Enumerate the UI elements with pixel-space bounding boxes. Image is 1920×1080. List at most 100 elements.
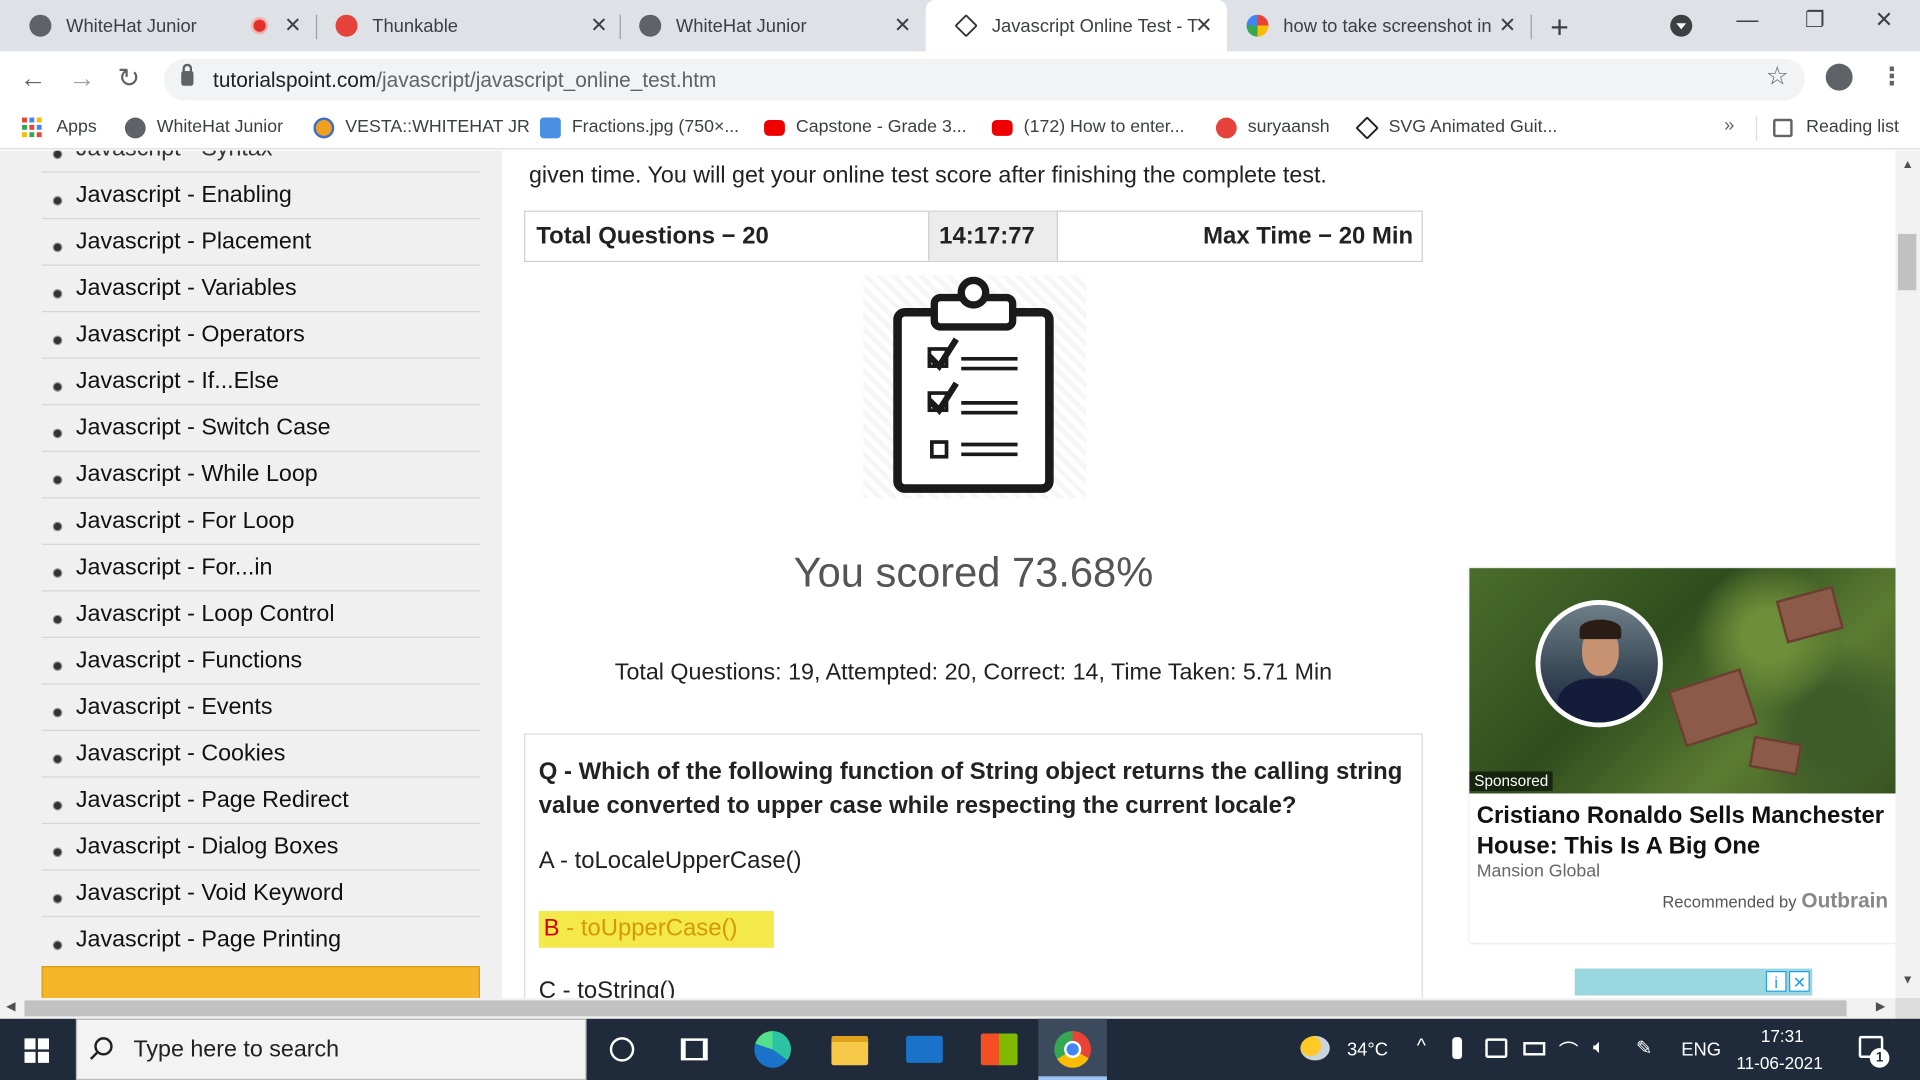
windows-start-icon[interactable] <box>24 1038 49 1063</box>
vertical-scroll-thumb[interactable] <box>1897 233 1917 291</box>
sidebar-item-for-loop[interactable]: Javascript - For Loop <box>41 498 481 545</box>
scroll-left-arrow-icon[interactable]: ◀ <box>6 1000 15 1013</box>
task-view-icon[interactable] <box>680 1038 708 1061</box>
option-c[interactable]: C - toString() <box>539 977 676 1000</box>
thunkable-icon <box>335 14 358 37</box>
bookmark-how-to-enter[interactable]: (172) How to enter... <box>991 105 1185 149</box>
sidebar-item-loop-control[interactable]: Javascript - Loop Control <box>41 591 481 638</box>
reading-list-button[interactable]: Reading list <box>1773 105 1899 149</box>
ad-attribution[interactable]: Recommended by Outbrain <box>1662 889 1888 913</box>
ad-close-icon[interactable]: ✕ <box>1788 971 1810 992</box>
sidebar-item-functions[interactable]: Javascript - Functions <box>41 638 481 685</box>
clock-time[interactable]: 17:31 <box>1761 1026 1804 1046</box>
show-hidden-icons-chevron-icon[interactable]: ^ <box>1417 1036 1426 1058</box>
sidebar-item-if-else[interactable]: Javascript - If...Else <box>41 359 481 406</box>
tab-javascript-test[interactable]: Javascript Online Test - Tu ✕ <box>925 0 1227 52</box>
sponsored-ad-card[interactable]: Sponsored Cristiano Ronaldo Sells Manche… <box>1469 568 1896 943</box>
sidebar-item-variables[interactable]: Javascript - Variables <box>41 266 481 313</box>
bookmark-vesta[interactable]: VESTA::WHITEHAT JR <box>313 105 530 149</box>
taskbar-search-box[interactable]: Type here to search <box>75 1018 587 1080</box>
close-window-button[interactable]: ✕ <box>1875 7 1893 33</box>
vertical-scrollbar[interactable]: ▲ ▼ <box>1895 150 1920 998</box>
close-tab-icon[interactable]: ✕ <box>1499 13 1516 37</box>
bookmark-svg-guitar[interactable]: SVG Animated Guit... <box>1355 105 1557 149</box>
language-indicator[interactable]: ENG <box>1681 1040 1721 1061</box>
battery-icon[interactable] <box>1523 1042 1546 1056</box>
tab-title: WhiteHat Junior <box>675 15 807 37</box>
tab-google-search[interactable]: how to take screenshot in ✕ <box>1217 0 1530 51</box>
back-arrow-icon[interactable]: ← <box>20 62 47 94</box>
sidebar-item-placement[interactable]: Javascript - Placement <box>41 219 481 266</box>
close-tab-icon[interactable]: ✕ <box>1195 13 1212 37</box>
bullet-icon <box>52 800 63 811</box>
sidebar-item-enabling[interactable]: Javascript - Enabling <box>41 173 481 220</box>
sidebar-item-for-in[interactable]: Javascript - For...in <box>41 545 481 592</box>
sidebar-item-dialog-boxes[interactable]: Javascript - Dialog Boxes <box>41 824 481 871</box>
profile-avatar-icon[interactable] <box>1825 63 1853 91</box>
tab-whitehat-1[interactable]: WhiteHat Junior ✕ <box>0 0 313 51</box>
scroll-up-arrow-icon[interactable]: ▲ <box>1902 158 1914 171</box>
screen-capture-icon[interactable] <box>1485 1038 1508 1058</box>
wifi-icon[interactable]: ⌒ <box>1559 1035 1579 1064</box>
close-tab-icon[interactable]: ✕ <box>590 13 607 37</box>
tutorialspoint-icon <box>954 14 978 38</box>
sidebar-item-operators[interactable]: Javascript - Operators <box>41 312 481 359</box>
sidebar-item-syntax[interactable]: Javascript - Syntax <box>41 150 481 173</box>
ad-banner[interactable]: i ✕ <box>1574 968 1813 996</box>
sidebar-item-while-loop[interactable]: Javascript - While Loop <box>41 452 481 499</box>
usb-device-icon[interactable] <box>1452 1037 1463 1060</box>
pen-icon[interactable]: ✎ <box>1636 1036 1652 1060</box>
clock-date[interactable]: 11-06-2021 <box>1736 1053 1822 1073</box>
sidebar-item-page-redirect[interactable]: Javascript - Page Redirect <box>41 778 481 825</box>
bookmark-capstone[interactable]: Capstone - Grade 3... <box>764 105 967 149</box>
sidebar-item-cookies[interactable]: Javascript - Cookies <box>41 731 481 778</box>
vesta-icon <box>313 116 335 138</box>
sidebar-item-label: Javascript - Operators <box>75 321 305 348</box>
scroll-right-arrow-icon[interactable]: ▶ <box>1876 1000 1885 1013</box>
more-bookmarks-chevron-icon[interactable]: » <box>1724 115 1734 136</box>
forward-arrow-icon[interactable]: → <box>69 62 96 94</box>
bookmark-apps[interactable]: Apps <box>22 105 97 149</box>
sidebar-item-events[interactable]: Javascript - Events <box>41 684 481 732</box>
outbrain-logo: Outbrain <box>1801 888 1889 913</box>
horizontal-scrollbar[interactable]: ◀ ▶ <box>0 997 1896 1019</box>
avatar-hair-shape <box>1579 619 1622 640</box>
tab-search-icon[interactable] <box>1670 14 1693 37</box>
address-bar[interactable]: tutorialspoint.com/javascript/javascript… <box>164 58 1805 101</box>
test-intro-text: given time. You will get your online tes… <box>528 162 1327 189</box>
weather-sun-icon[interactable] <box>1300 1035 1330 1061</box>
sidebar-item-page-printing[interactable]: Javascript - Page Printing <box>42 917 480 964</box>
horizontal-scroll-thumb[interactable] <box>24 1000 1847 1017</box>
bookmark-suryaansh[interactable]: suryaansh <box>1215 105 1330 149</box>
file-explorer-icon[interactable] <box>831 1035 869 1066</box>
close-tab-icon[interactable]: ✕ <box>284 13 301 37</box>
ad-headline[interactable]: Cristiano Ronaldo Sells Manchester House… <box>1477 801 1893 862</box>
mail-icon[interactable] <box>906 1035 943 1063</box>
close-tab-icon[interactable]: ✕ <box>894 13 911 37</box>
edge-browser-icon[interactable] <box>754 1031 792 1068</box>
bookmark-whitehat[interactable]: WhiteHat Junior <box>124 105 283 149</box>
minimize-button[interactable]: — <box>1736 7 1758 33</box>
weather-temperature[interactable]: 34°C <box>1347 1040 1388 1061</box>
ad-choices[interactable]: i ✕ <box>1765 971 1810 992</box>
option-a[interactable]: A - toLocaleUpperCase() <box>539 847 802 875</box>
sidebar-item-switch-case[interactable]: Javascript - Switch Case <box>41 405 481 452</box>
cortana-icon[interactable] <box>609 1037 635 1062</box>
volume-icon[interactable]: 🔈︎ <box>1593 1037 1605 1059</box>
bookmark-star-icon[interactable]: ☆ <box>1766 61 1789 92</box>
restore-button[interactable]: ❐ <box>1805 7 1825 33</box>
tab-whitehat-2[interactable]: WhiteHat Junior ✕ <box>610 0 923 51</box>
ad-info-icon[interactable]: i <box>1765 971 1787 992</box>
menu-dots-icon[interactable]: ⋮ <box>1880 61 1904 92</box>
bookmark-fractions[interactable]: Fractions.jpg (750×... <box>540 105 739 149</box>
tab-thunkable[interactable]: Thunkable ✕ <box>306 0 619 51</box>
bullet-icon <box>52 381 63 392</box>
chrome-taskbar-button[interactable] <box>1038 1018 1107 1080</box>
reload-icon[interactable]: ↻ <box>118 62 141 94</box>
new-tab-button[interactable]: + <box>1550 9 1569 47</box>
microsoft-store-icon[interactable] <box>980 1033 1018 1066</box>
option-b-highlighted[interactable]: B - toUpperCase() <box>538 911 774 948</box>
scroll-down-arrow-icon[interactable]: ▼ <box>1902 973 1914 986</box>
sidebar-item-label: Javascript - Cookies <box>75 740 286 766</box>
sidebar-item-void-keyword[interactable]: Javascript - Void Keyword <box>41 871 481 918</box>
